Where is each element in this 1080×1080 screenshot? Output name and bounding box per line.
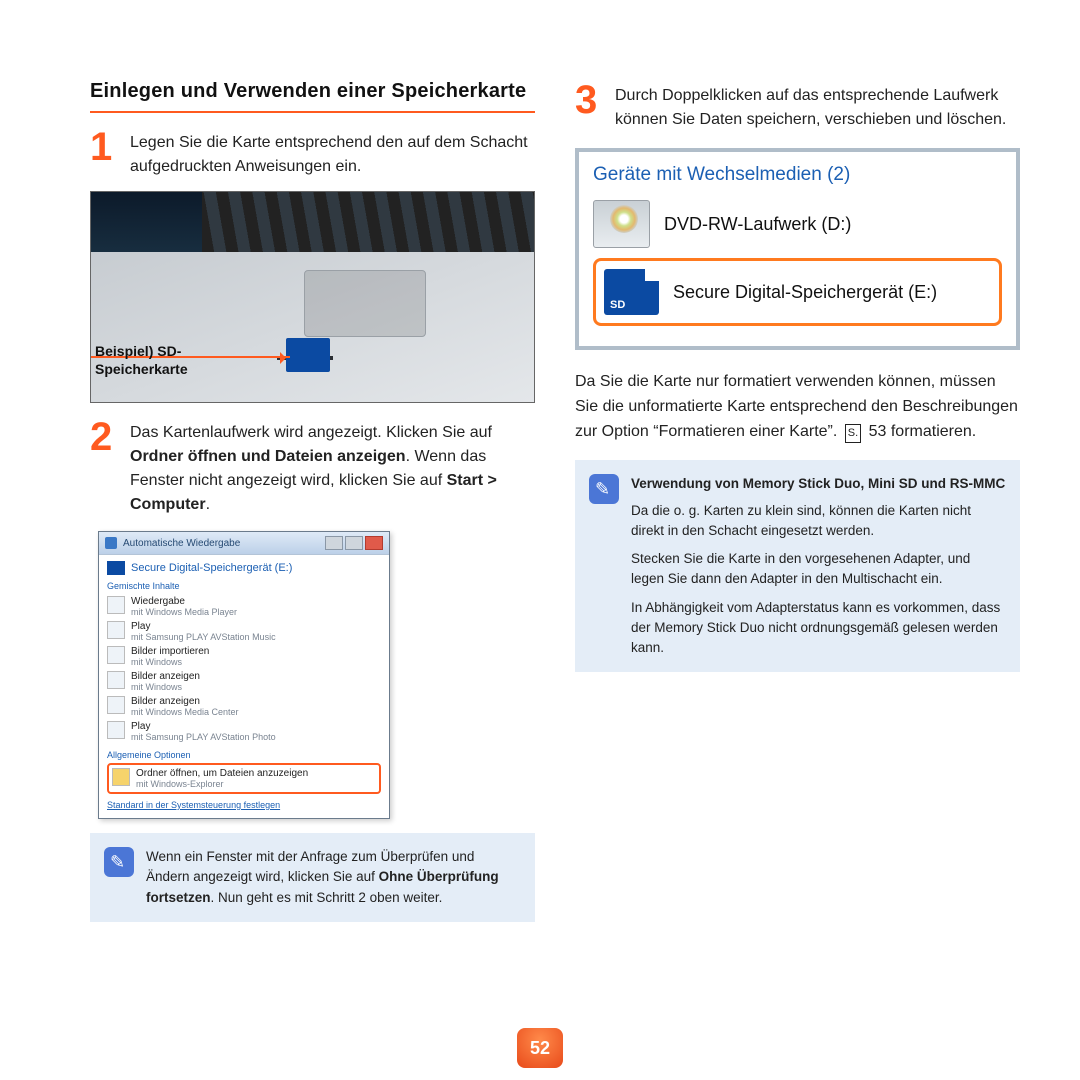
keyboard-region: [202, 192, 534, 252]
palmrest-region: Beispiel) SD- Speicherkarte: [91, 252, 534, 402]
autoplay-option[interactable]: Bilder anzeigenmit Windows: [107, 669, 381, 694]
section-label: Gemischte Inhalte: [107, 581, 381, 591]
autoplay-option[interactable]: Bilder anzeigenmit Windows Media Center: [107, 694, 381, 719]
text-run: .: [206, 496, 210, 513]
tip-box: Wenn ein Fenster mit der Anfrage zum Übe…: [90, 833, 535, 922]
minimize-button[interactable]: [325, 536, 343, 550]
device-item-dvd[interactable]: DVD-RW-Laufwerk (D:): [593, 200, 1002, 248]
window-buttons: [325, 536, 383, 550]
play-icon: [107, 621, 125, 639]
section-heading: Einlegen und Verwenden einer Speicherkar…: [90, 80, 535, 103]
autoplay-option[interactable]: Wiedergabemit Windows Media Player: [107, 594, 381, 619]
devices-panel: Geräte mit Wechselmedien (2) DVD-RW-Lauf…: [575, 148, 1020, 350]
device-label: Secure Digital-Speichergerät (E:): [673, 281, 937, 304]
sd-card: [286, 338, 330, 372]
left-column: Einlegen und Verwenden einer Speicherkar…: [90, 80, 535, 922]
format-paragraph: Da Sie die Karte nur formatiert verwende…: [575, 370, 1020, 444]
control-panel-link[interactable]: Standard in der Systemsteuerung festlege…: [107, 800, 381, 810]
page-number-badge: 52: [517, 1028, 563, 1068]
step-text: Das Kartenlaufwerk wird angezeigt. Klick…: [130, 421, 535, 517]
text-bold: Ordner öffnen und Dateien anzeigen: [130, 448, 406, 465]
step-2: 2 Das Kartenlaufwerk wird angezeigt. Kli…: [90, 417, 535, 517]
step-number: 3: [575, 80, 605, 132]
laptop-photo: Beispiel) SD- Speicherkarte: [90, 191, 535, 403]
autoplay-option[interactable]: Playmit Samsung PLAY AVStation Photo: [107, 719, 381, 744]
tip-title: Verwendung von Memory Stick Duo, Mini SD…: [631, 474, 1006, 494]
picture-icon: [107, 671, 125, 689]
tip-text: Verwendung von Memory Stick Duo, Mini SD…: [631, 474, 1006, 658]
page-ref-icon: S.: [845, 424, 861, 443]
step-text: Legen Sie die Karte entsprechend den auf…: [130, 131, 535, 179]
sd-icon: [107, 561, 125, 575]
autoplay-option-highlighted[interactable]: Ordner öffnen, um Dateien anzuzeigenmit …: [107, 763, 381, 794]
right-column: 3 Durch Doppelklicken auf das entspreche…: [575, 80, 1020, 922]
device-label: DVD-RW-Laufwerk (D:): [664, 213, 851, 236]
tip-text: Wenn ein Fenster mit der Anfrage zum Übe…: [146, 847, 521, 908]
tip-para: Da die o. g. Karten zu klein sind, könne…: [631, 501, 1006, 542]
import-icon: [107, 646, 125, 664]
heading-rule: [90, 111, 535, 113]
wmp-icon: [107, 596, 125, 614]
step-number: 1: [90, 127, 120, 179]
device-item-sd-highlighted[interactable]: Secure Digital-Speichergerät (E:): [593, 258, 1002, 326]
autoplay-option[interactable]: Bilder importierenmit Windows: [107, 644, 381, 669]
step-number: 2: [90, 417, 120, 517]
folder-icon: [112, 768, 130, 786]
dialog-title-text: Automatische Wiedergabe: [123, 538, 240, 549]
step-3: 3 Durch Doppelklicken auf das entspreche…: [575, 80, 1020, 132]
callout-label: Beispiel) SD- Speicherkarte: [95, 342, 188, 378]
pencil-icon: [589, 474, 619, 504]
tip-para: In Abhängigkeit vom Adapterstatus kann e…: [631, 598, 1006, 659]
pencil-icon: [104, 847, 134, 877]
tip-box: Verwendung von Memory Stick Duo, Mini SD…: [575, 460, 1020, 672]
mediacenter-icon: [107, 696, 125, 714]
tip-para: Stecken Sie die Karte in den vorgesehene…: [631, 549, 1006, 590]
autoplay-dialog: Automatische Wiedergabe Secure Digital-S…: [98, 531, 390, 819]
autoplay-icon: [105, 537, 117, 549]
devices-heading: Geräte mit Wechselmedien (2): [593, 164, 1002, 186]
step-1: 1 Legen Sie die Karte entsprechend den a…: [90, 127, 535, 179]
step-text: Durch Doppelklicken auf das entsprechend…: [615, 84, 1020, 132]
dialog-titlebar: Automatische Wiedergabe: [99, 532, 389, 555]
sd-drive-icon: [604, 269, 659, 315]
close-button[interactable]: [365, 536, 383, 550]
dvd-drive-icon: [593, 200, 650, 248]
trackpad: [304, 270, 426, 337]
text-run: Das Kartenlaufwerk wird angezeigt. Klick…: [130, 424, 492, 441]
maximize-button[interactable]: [345, 536, 363, 550]
options-list: Wiedergabemit Windows Media Player Playm…: [107, 594, 381, 744]
autoplay-option[interactable]: Playmit Samsung PLAY AVStation Music: [107, 619, 381, 644]
section-label: Allgemeine Optionen: [107, 750, 381, 760]
device-name: Secure Digital-Speichergerät (E:): [131, 562, 292, 574]
play-icon: [107, 721, 125, 739]
